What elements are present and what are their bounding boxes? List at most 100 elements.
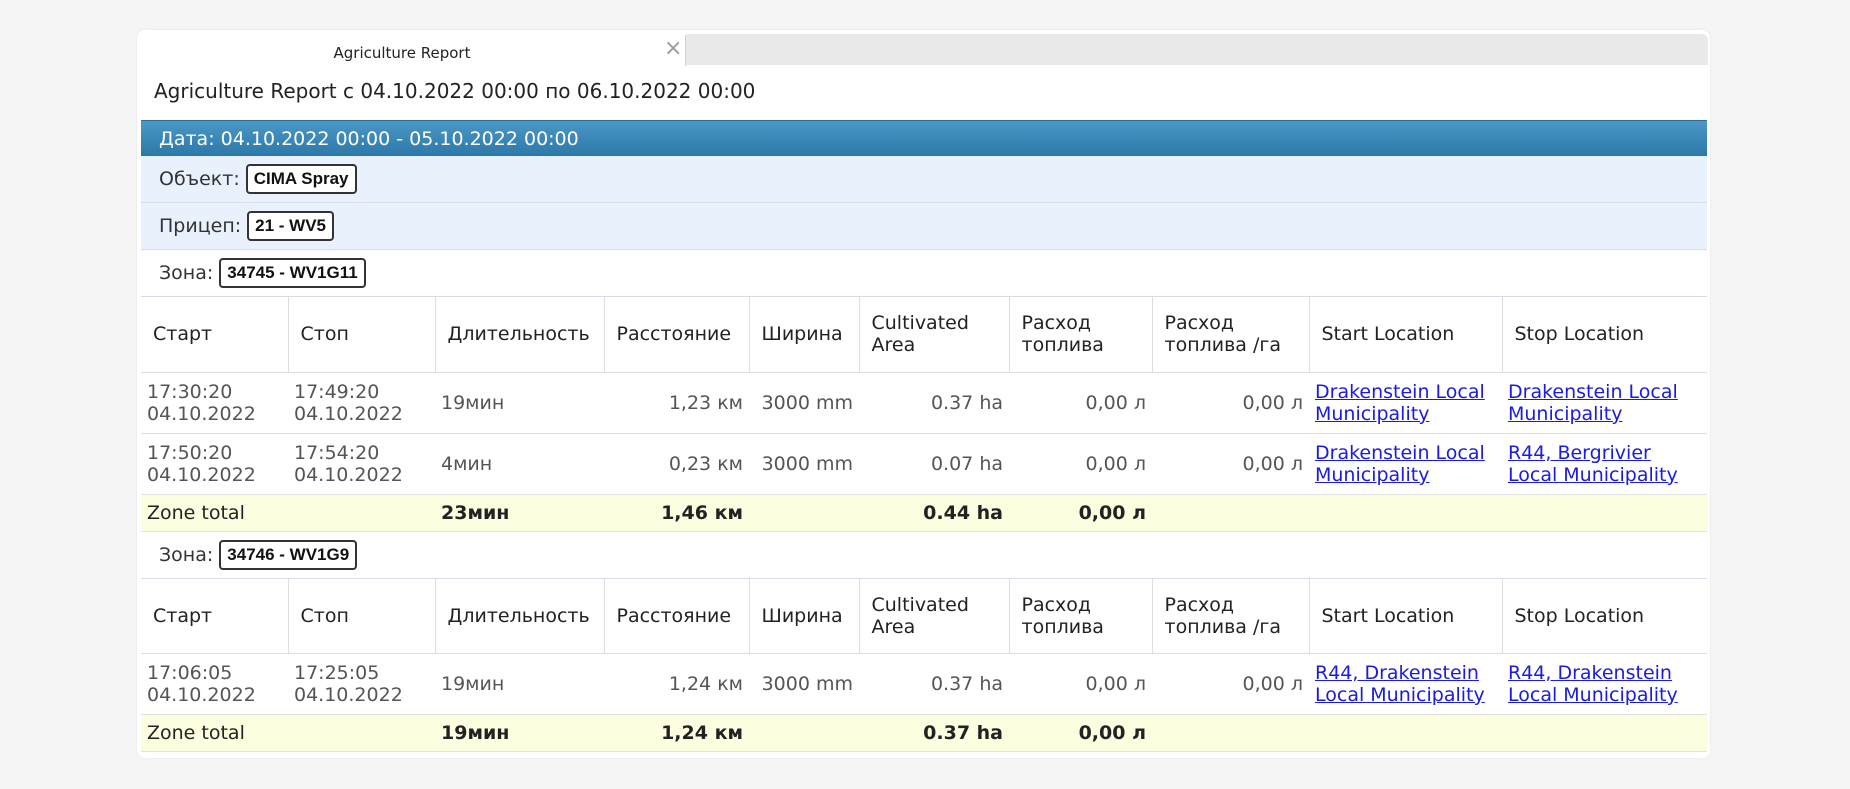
- total-duration: 19мин: [435, 714, 604, 752]
- report-title: Agriculture Report с 04.10.2022 00:00 по…: [154, 79, 756, 103]
- stop-cell: 17:54:20 04.10.2022: [288, 433, 435, 495]
- total-width: [749, 494, 859, 532]
- col-cultivated-area[interactable]: Cultivated Area: [859, 297, 1010, 373]
- total-distance: 1,46 км: [604, 494, 749, 532]
- col-stop[interactable]: Стоп: [288, 297, 436, 373]
- col-fuel-per-ha[interactable]: Расход топлива /га: [1152, 578, 1310, 654]
- object-badge: CIMA Spray: [245, 164, 357, 194]
- zone-badge: 34745 - WV1G11: [219, 258, 366, 288]
- stop-location-cell: R44, Drakenstein Local Municipality: [1502, 653, 1707, 715]
- zone-total-row: Zone total 19мин 1,24 км 0.37 ha 0,00 л: [141, 714, 1707, 752]
- col-stop-location[interactable]: Stop Location: [1502, 578, 1707, 654]
- width-cell: 3000 mm: [749, 433, 859, 495]
- area-cell: 0.37 ha: [859, 653, 1009, 715]
- zone-badge: 34746 - WV1G9: [219, 539, 358, 570]
- stop-location-link[interactable]: R44, Drakenstein Local Municipality: [1508, 662, 1678, 706]
- stop-location-cell: Drakenstein Local Municipality: [1502, 372, 1707, 434]
- col-cultivated-area[interactable]: Cultivated Area: [859, 578, 1010, 654]
- object-row: Объект: CIMA Spray: [141, 156, 1707, 203]
- col-fuel[interactable]: Расход топлива: [1009, 578, 1153, 654]
- fuel-ha-cell: 0,00 л: [1152, 433, 1309, 495]
- stop-cell: 17:49:20 04.10.2022: [288, 372, 435, 434]
- zone-table: Старт Стоп Длительность Расстояние Ширин…: [141, 578, 1707, 752]
- total-stop-location: [1502, 714, 1707, 752]
- duration-cell: 19мин: [435, 372, 604, 434]
- distance-cell: 0,23 км: [604, 433, 749, 495]
- start-location-link[interactable]: R44, Drakenstein Local Municipality: [1315, 662, 1485, 706]
- zone-total-label: Zone total: [141, 714, 435, 752]
- start-cell: 17:06:05 04.10.2022: [141, 653, 288, 715]
- trailer-badge: 21 - WV5: [247, 211, 335, 241]
- area-cell: 0.07 ha: [859, 433, 1009, 495]
- table-row: 17:50:20 04.10.2022 17:54:20 04.10.2022 4м…: [141, 433, 1707, 495]
- total-area: 0.37 ha: [859, 714, 1009, 752]
- col-start-location[interactable]: Start Location: [1309, 297, 1503, 373]
- start-cell: 17:30:20 04.10.2022: [141, 372, 288, 434]
- total-duration: 23мин: [435, 494, 604, 532]
- table-row: 17:06:05 04.10.2022 17:25:05 04.10.2022 19…: [141, 653, 1707, 715]
- col-fuel-per-ha[interactable]: Расход топлива /га: [1152, 297, 1310, 373]
- total-distance: 1,24 км: [604, 714, 749, 752]
- zone-total-row: Zone total 23мин 1,46 км 0.44 ha 0,00 л: [141, 494, 1707, 532]
- col-start-location[interactable]: Start Location: [1309, 578, 1503, 654]
- col-distance[interactable]: Расстояние: [604, 297, 750, 373]
- fuel-cell: 0,00 л: [1009, 653, 1152, 715]
- total-width: [749, 714, 859, 752]
- duration-cell: 19мин: [435, 653, 604, 715]
- total-start-location: [1309, 494, 1502, 532]
- col-distance[interactable]: Расстояние: [604, 578, 750, 654]
- width-cell: 3000 mm: [749, 372, 859, 434]
- total-area: 0.44 ha: [859, 494, 1009, 532]
- report-content: Дата: 04.10.2022 00:00 - 05.10.2022 00:0…: [141, 120, 1707, 752]
- start-location-cell: Drakenstein Local Municipality: [1309, 433, 1502, 495]
- zone-label: Зона:: [159, 262, 214, 284]
- total-fuel: 0,00 л: [1009, 714, 1152, 752]
- object-label: Объект:: [159, 168, 240, 190]
- col-fuel[interactable]: Расход топлива: [1009, 297, 1153, 373]
- date-bar: Дата: 04.10.2022 00:00 - 05.10.2022 00:0…: [141, 120, 1707, 156]
- fuel-cell: 0,00 л: [1009, 372, 1152, 434]
- table-row: 17:30:20 04.10.2022 17:49:20 04.10.2022 19…: [141, 372, 1707, 434]
- fuel-ha-cell: 0,00 л: [1152, 372, 1309, 434]
- start-location-link[interactable]: Drakenstein Local Municipality: [1315, 442, 1485, 486]
- total-start-location: [1309, 714, 1502, 752]
- start-location-cell: Drakenstein Local Municipality: [1309, 372, 1502, 434]
- total-stop-location: [1502, 494, 1707, 532]
- zone-row: Зона: 34745 - WV1G11: [141, 250, 1707, 297]
- col-width[interactable]: Ширина: [749, 297, 860, 373]
- start-cell: 17:50:20 04.10.2022: [141, 433, 288, 495]
- zone-row: Зона: 34746 - WV1G9: [141, 531, 1707, 579]
- trailer-label: Прицеп:: [159, 215, 242, 237]
- tab-agriculture-report[interactable]: Agriculture Report ×: [139, 35, 686, 66]
- report-panel: Agriculture Report × Agriculture Report …: [137, 30, 1710, 758]
- width-cell: 3000 mm: [749, 653, 859, 715]
- zone-label: Зона:: [159, 543, 214, 566]
- tab-bar-empty: [686, 34, 1708, 65]
- distance-cell: 1,23 км: [604, 372, 749, 434]
- table-header-row: Старт Стоп Длительность Расстояние Ширин…: [141, 578, 1707, 654]
- close-icon[interactable]: ×: [664, 38, 682, 60]
- distance-cell: 1,24 км: [604, 653, 749, 715]
- col-duration[interactable]: Длительность: [435, 297, 605, 373]
- stop-cell: 17:25:05 04.10.2022: [288, 653, 435, 715]
- zone-total-label: Zone total: [141, 494, 435, 532]
- start-location-cell: R44, Drakenstein Local Municipality: [1309, 653, 1502, 715]
- area-cell: 0.37 ha: [859, 372, 1009, 434]
- col-start[interactable]: Старт: [141, 578, 289, 654]
- tab-bar: Agriculture Report ×: [137, 30, 1710, 66]
- col-width[interactable]: Ширина: [749, 578, 860, 654]
- col-stop-location[interactable]: Stop Location: [1502, 297, 1707, 373]
- total-fuel-ha: [1152, 714, 1309, 752]
- col-start[interactable]: Старт: [141, 297, 289, 373]
- start-location-link[interactable]: Drakenstein Local Municipality: [1315, 381, 1485, 425]
- fuel-cell: 0,00 л: [1009, 433, 1152, 495]
- fuel-ha-cell: 0,00 л: [1152, 653, 1309, 715]
- table-header-row: Старт Стоп Длительность Расстояние Ширин…: [141, 297, 1707, 373]
- stop-location-link[interactable]: R44, Bergrivier Local Municipality: [1508, 442, 1678, 486]
- stop-location-link[interactable]: Drakenstein Local Municipality: [1508, 381, 1678, 425]
- zone-table: Старт Стоп Длительность Расстояние Ширин…: [141, 297, 1707, 532]
- col-stop[interactable]: Стоп: [288, 578, 436, 654]
- col-duration[interactable]: Длительность: [435, 578, 605, 654]
- stop-location-cell: R44, Bergrivier Local Municipality: [1502, 433, 1707, 495]
- duration-cell: 4мин: [435, 433, 604, 495]
